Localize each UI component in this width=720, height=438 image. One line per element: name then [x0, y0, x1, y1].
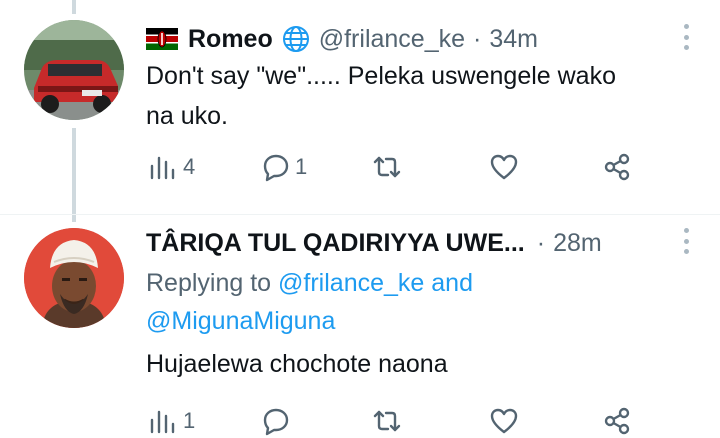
- views-icon: [150, 156, 175, 180]
- separator: ·: [473, 25, 482, 53]
- divider: [0, 214, 720, 215]
- tweet-text: Hujaelewa chochote naona: [146, 350, 448, 378]
- replying-and: and: [424, 269, 473, 297]
- like-button[interactable]: [489, 404, 519, 438]
- retweet-button[interactable]: [372, 404, 402, 438]
- share-button[interactable]: [602, 150, 632, 184]
- views-icon: [150, 410, 175, 434]
- share-button[interactable]: [602, 404, 632, 438]
- reply-button[interactable]: [260, 404, 290, 438]
- more-icon[interactable]: [682, 24, 690, 50]
- avatar[interactable]: [24, 228, 124, 328]
- mention-migunamiguna[interactable]: @MigunaMiguna: [146, 307, 335, 335]
- action-bar: 1: [146, 404, 646, 438]
- display-name[interactable]: Romeo: [188, 24, 273, 54]
- views-button[interactable]: 1: [148, 404, 195, 438]
- retweet-icon: [373, 410, 401, 432]
- display-name[interactable]: TÂRIQA TUL QADIRIYYA UWE...: [146, 228, 525, 258]
- tweet-text-line-1: Don't say "we"..... Peleka uswengele wak…: [146, 62, 616, 90]
- kenya-flag-icon: [146, 28, 178, 50]
- globe-icon: [282, 26, 309, 52]
- views-button[interactable]: 4: [148, 150, 195, 184]
- reply-icon: [263, 408, 289, 436]
- like-icon: [490, 154, 518, 180]
- replying-prefix: Replying to: [146, 269, 279, 297]
- more-icon[interactable]: [682, 228, 690, 254]
- reply-count: 1: [295, 154, 308, 179]
- retweet-button[interactable]: [372, 150, 402, 184]
- reply-icon: [263, 154, 289, 182]
- retweet-icon: [373, 156, 401, 178]
- thread-line-top: [72, 0, 76, 14]
- mention-frilance-ke[interactable]: @frilance_ke: [278, 269, 424, 297]
- timestamp[interactable]: 28m: [553, 228, 602, 258]
- share-icon: [604, 153, 630, 181]
- tweet-text: Don't say "we"..... Peleka uswengele wak…: [146, 56, 616, 136]
- views-count: 4: [183, 154, 196, 179]
- views-count: 1: [183, 408, 196, 433]
- separator: ·: [536, 229, 546, 257]
- action-bar: 4 1: [146, 150, 646, 184]
- tweet-text-line-2: na uko.: [146, 102, 229, 130]
- tweet-header: Romeo @frilance_ke · 34m: [146, 24, 538, 54]
- share-icon: [604, 407, 630, 435]
- replying-to: Replying to @frilance_ke and @MigunaMigu…: [146, 264, 473, 340]
- avatar[interactable]: [24, 20, 124, 120]
- tweet-header: TÂRIQA TUL QADIRIYYA UWE... · 28m: [146, 228, 602, 258]
- like-icon: [490, 408, 518, 434]
- thread-line-bottom: [72, 128, 76, 222]
- like-button[interactable]: [489, 150, 519, 184]
- handle[interactable]: @frilance_ke: [319, 24, 465, 54]
- timestamp[interactable]: 34m: [489, 24, 538, 54]
- reply-button[interactable]: 1: [260, 150, 307, 184]
